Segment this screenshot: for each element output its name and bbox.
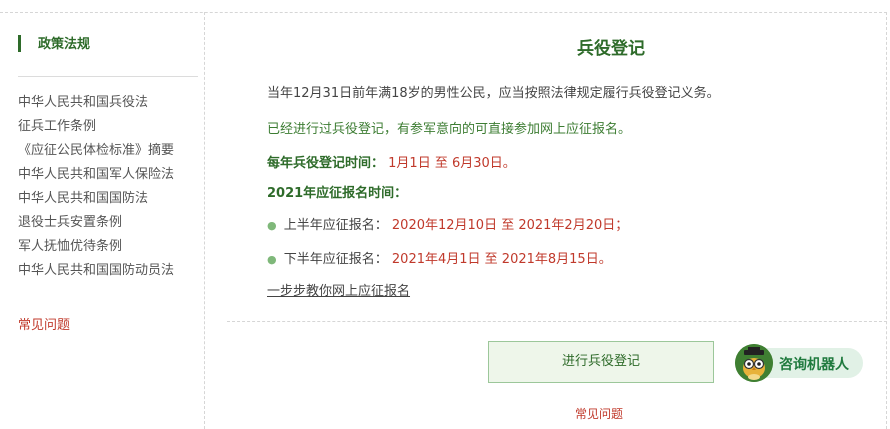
registration-obligation-text: 当年12月31日前年满18岁的男性公民，应当按照法律规定履行兵役登记义务。 xyxy=(267,86,720,101)
sidebar-item-physical-exam-standards[interactable]: 《应征公民体检标准》摘要 xyxy=(18,142,203,166)
first-half-value: 2020年12月10日 至 2021年2月20日； xyxy=(391,218,629,233)
first-half-row: ● 上半年应征报名： 2020年12月10日 至 2021年2月20日； xyxy=(267,214,628,233)
sidebar-header: 政策法规 xyxy=(18,30,198,77)
robot-label: 咨询机器人 xyxy=(779,357,849,373)
sidebar-item-veteran-placement-regulations[interactable]: 退役士兵安置条例 xyxy=(18,214,203,238)
sidebar-item-military-insurance-law[interactable]: 中华人民共和国军人保险法 xyxy=(18,166,203,190)
sidebar-item-national-defense-law[interactable]: 中华人民共和国国防法 xyxy=(18,190,203,214)
sidebar-nav: 中华人民共和国兵役法 征兵工作条例 《应征公民体检标准》摘要 中华人民共和国军人… xyxy=(18,94,203,286)
sidebar: 政策法规 中华人民共和国兵役法 征兵工作条例 《应征公民体检标准》摘要 中华人民… xyxy=(0,12,205,429)
sidebar-header-bar xyxy=(18,35,21,52)
sidebar-item-defense-mobilization-law[interactable]: 中华人民共和国国防动员法 xyxy=(18,262,203,286)
enlistment-heading: 2021年应征报名时间： xyxy=(267,186,408,201)
second-half-row: ● 下半年应征报名： 2021年4月1日 至 2021年8月15日。 xyxy=(267,248,612,267)
first-half-label: 上半年应征报名： xyxy=(283,218,388,233)
registration-time-label: 每年兵役登记时间： xyxy=(267,156,385,171)
second-half-label: 下半年应征报名： xyxy=(283,252,388,267)
registration-time-row: 每年兵役登记时间： 1月1日 至 6月30日。 xyxy=(267,152,516,171)
sidebar-item-military-service-law[interactable]: 中华人民共和国兵役法 xyxy=(18,94,203,118)
main-content: 兵役登记 当年12月31日前年满18岁的男性公民，应当按照法律规定履行兵役登记义… xyxy=(205,12,887,429)
sidebar-title: 政策法规 xyxy=(38,37,91,52)
section-divider xyxy=(227,321,887,322)
bullet-icon: ● xyxy=(267,253,277,266)
online-enlistment-guide-link[interactable]: 一步步教你网上应征报名 xyxy=(267,280,410,299)
already-registered-text: 已经进行过兵役登记，有参军意向的可直接参加网上应征报名。 xyxy=(267,122,632,137)
sidebar-item-conscription-regulations[interactable]: 征兵工作条例 xyxy=(18,118,203,142)
sidebar-item-pension-preferential-regulations[interactable]: 军人抚恤优待条例 xyxy=(18,238,203,262)
registration-time-value: 1月1日 至 6月30日。 xyxy=(388,156,516,171)
page-title: 兵役登记 xyxy=(577,39,645,59)
faq-link[interactable]: 常见问题 xyxy=(575,405,623,422)
register-button[interactable]: 进行兵役登记 xyxy=(488,341,714,383)
sidebar-faq-link[interactable]: 常见问题 xyxy=(18,314,70,333)
second-half-value: 2021年4月1日 至 2021年8月15日。 xyxy=(391,252,612,267)
bullet-icon: ● xyxy=(267,219,277,232)
consult-robot-button[interactable]: 咨询机器人 xyxy=(735,344,865,382)
robot-avatar-icon xyxy=(735,344,773,382)
